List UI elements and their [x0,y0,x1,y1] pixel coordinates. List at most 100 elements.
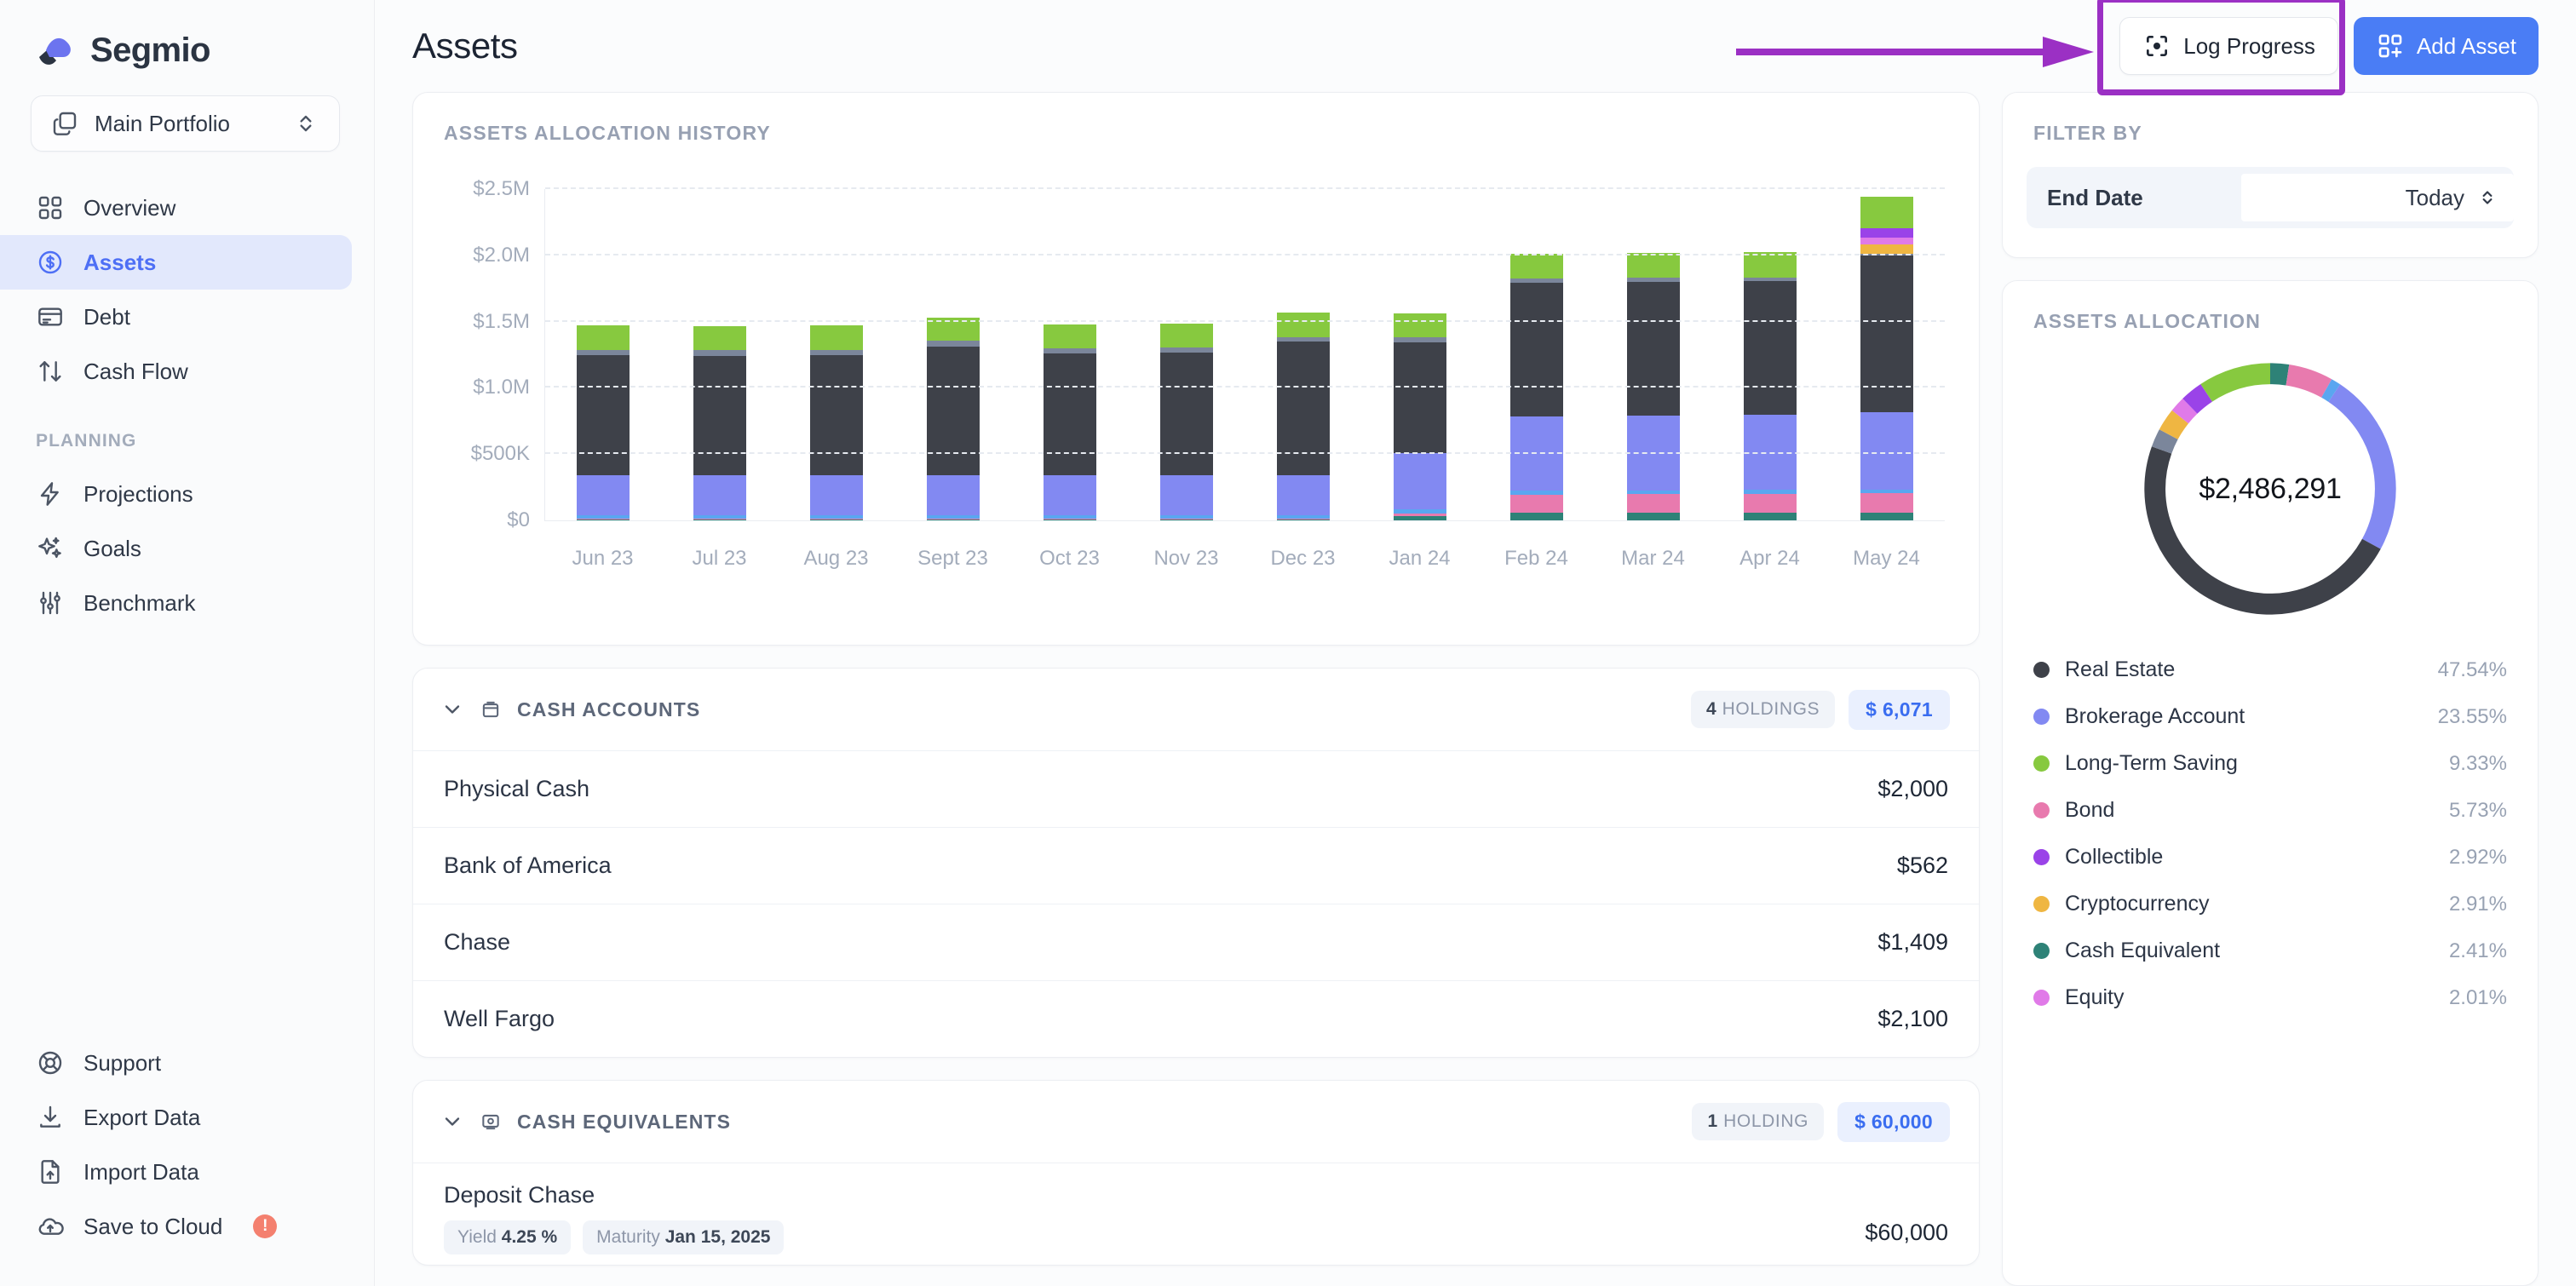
chart-bar[interactable] [1393,313,1446,520]
chart-segment [1276,474,1330,516]
chart-bar-column[interactable] [1478,189,1595,520]
legend-color-dot [2033,896,2050,912]
sidebar-item-support[interactable]: Support [0,1036,352,1090]
chart-segment [1509,494,1563,514]
sidebar-item-export-data[interactable]: Export Data [0,1090,352,1145]
sidebar-item-benchmark[interactable]: Benchmark [0,576,352,630]
legend-item[interactable]: Collectible 2.92% [2033,834,2507,881]
sidebar-item-debt[interactable]: Debt [0,290,352,344]
chart-segment [693,355,747,476]
log-progress-button[interactable]: Log Progress [2119,17,2338,75]
chart-bar[interactable] [1044,324,1097,520]
cash-equivalents-icon [476,1109,505,1134]
chart-segment [1160,352,1214,476]
chart-bar-column[interactable] [662,189,779,520]
deposit-row-left: Deposit Chase Yield 4.25 % Maturity Jan … [444,1182,785,1254]
cash-equivalents-header[interactable]: CASH EQUIVALENTS 1 HOLDING $ 60,000 [413,1081,1979,1163]
chart-gridline [545,187,1945,189]
sidebar-item-projections[interactable]: Projections [0,467,352,521]
end-date-filter-row: End Date Today [2027,167,2514,228]
topbar: Assets Log Progress Add Asset [375,0,2576,95]
chevron-down-icon[interactable] [439,696,466,723]
legend-label: Real Estate [2065,657,2176,681]
chart-segment [1393,515,1446,520]
chart-bar-column[interactable] [779,189,895,520]
legend-item[interactable]: Bond 5.73% [2033,787,2507,834]
row-value: $2,100 [1877,1006,1948,1031]
arrows-up-down-icon [36,357,65,386]
chart-bar-column[interactable] [1711,189,1828,520]
add-asset-button[interactable]: Add Asset [2353,17,2539,75]
chart-title: ASSETS ALLOCATION HISTORY [444,122,771,144]
chart-bar-column[interactable] [545,189,662,520]
portfolio-selector[interactable]: Main Portfolio [31,95,340,152]
sidebar-item-cash-flow[interactable]: Cash Flow [0,344,352,399]
table-row[interactable]: Physical Cash $2,000 [413,750,1979,827]
table-row[interactable]: Bank of America $562 [413,827,1979,904]
chevron-down-icon[interactable] [439,1108,466,1135]
row-value: $562 [1896,853,1948,878]
chart-segment [1044,475,1097,516]
table-row[interactable]: Chase $1,409 [413,904,1979,980]
allocation-legend: Real Estate 47.54% Brokerage Account 23.55%… [2003,633,2538,1021]
yield-label: Yield [457,1227,497,1247]
legend-item[interactable]: Cash Equivalent 2.41% [2033,927,2507,974]
copy-icon [50,109,79,138]
cash-accounts-holdings-word: HOLDINGS [1722,699,1820,719]
main-content: Assets Log Progress Add Asset ASSETS ALL… [375,0,2576,1286]
legend-color-dot [2033,662,2050,678]
chart-segment [1626,494,1680,514]
chart-segment [927,475,980,516]
chart-bar[interactable] [693,326,747,520]
chart-bar-column[interactable] [895,189,1012,520]
sidebar-item-assets[interactable]: Assets [0,235,352,290]
chart-bar-column[interactable] [1361,189,1478,520]
chart-bar-column[interactable] [1245,189,1362,520]
log-progress-wrapper: Log Progress [1736,0,2345,95]
right-column: FILTER BY End Date Today ASSETS ALLOCATI… [2002,92,2539,1286]
legend-item[interactable]: Cryptocurrency 2.91% [2033,881,2507,927]
cash-accounts-title: CASH ACCOUNTS [517,698,701,721]
sidebar-item-goals[interactable]: Goals [0,521,352,576]
chart-bar[interactable] [810,325,864,520]
allocation-total: $2,486,291 [2199,472,2342,505]
chart-bar-column[interactable] [1012,189,1129,520]
table-row[interactable]: Deposit Chase Yield 4.25 % Maturity Jan … [413,1163,1979,1265]
cash-equivalents-meta: 1 HOLDING $ 60,000 [1692,1101,1950,1142]
legend-item[interactable]: Long-Term Saving 9.33% [2033,740,2507,787]
log-progress-label: Log Progress [2183,32,2315,59]
chart-bar[interactable] [1860,197,1913,520]
chart-bar-column[interactable] [1129,189,1245,520]
chart-bar[interactable] [1276,313,1330,520]
table-row[interactable]: Well Fargo $2,100 [413,980,1979,1057]
chart-gridline [545,253,1945,255]
legend-item[interactable]: Real Estate 47.54% [2033,646,2507,693]
portfolio-name: Main Portfolio [95,110,230,136]
grid-icon [36,193,65,222]
end-date-field[interactable]: Today [2241,174,2514,221]
legend-item[interactable]: Brokerage Account 23.55% [2033,693,2507,740]
chart-segment [1860,493,1913,513]
chevron-updown-icon [291,109,320,138]
legend-label: Bond [2065,798,2115,822]
chart-bar[interactable] [927,318,980,520]
chart-segment [1743,512,1797,520]
cash-accounts-header[interactable]: CASH ACCOUNTS 4 HOLDINGS $ 6,071 [413,669,1979,750]
row-name: Chase [444,929,511,955]
chart-segment [577,324,630,350]
chart-bar-column[interactable] [1828,189,1945,520]
chart-segment [1743,251,1797,278]
chart-bar[interactable] [1160,323,1214,520]
chart-segment [1743,281,1797,416]
chart-bars [545,189,1945,520]
legend-item[interactable]: Equity 2.01% [2033,974,2507,1021]
chart-bar-column[interactable] [1595,189,1711,520]
sidebar-item-save-to-cloud[interactable]: Save to Cloud ! [0,1199,352,1254]
row-name: Bank of America [444,853,612,878]
cash-accounts-total: $ 6,071 [1849,689,1950,730]
sidebar-item-overview[interactable]: Overview [0,181,352,235]
sidebar-label-export-data: Export Data [83,1104,201,1130]
sidebar-item-import-data[interactable]: Import Data [0,1145,352,1199]
chart-bar[interactable] [577,324,630,520]
legend-color-dot [2033,990,2050,1006]
